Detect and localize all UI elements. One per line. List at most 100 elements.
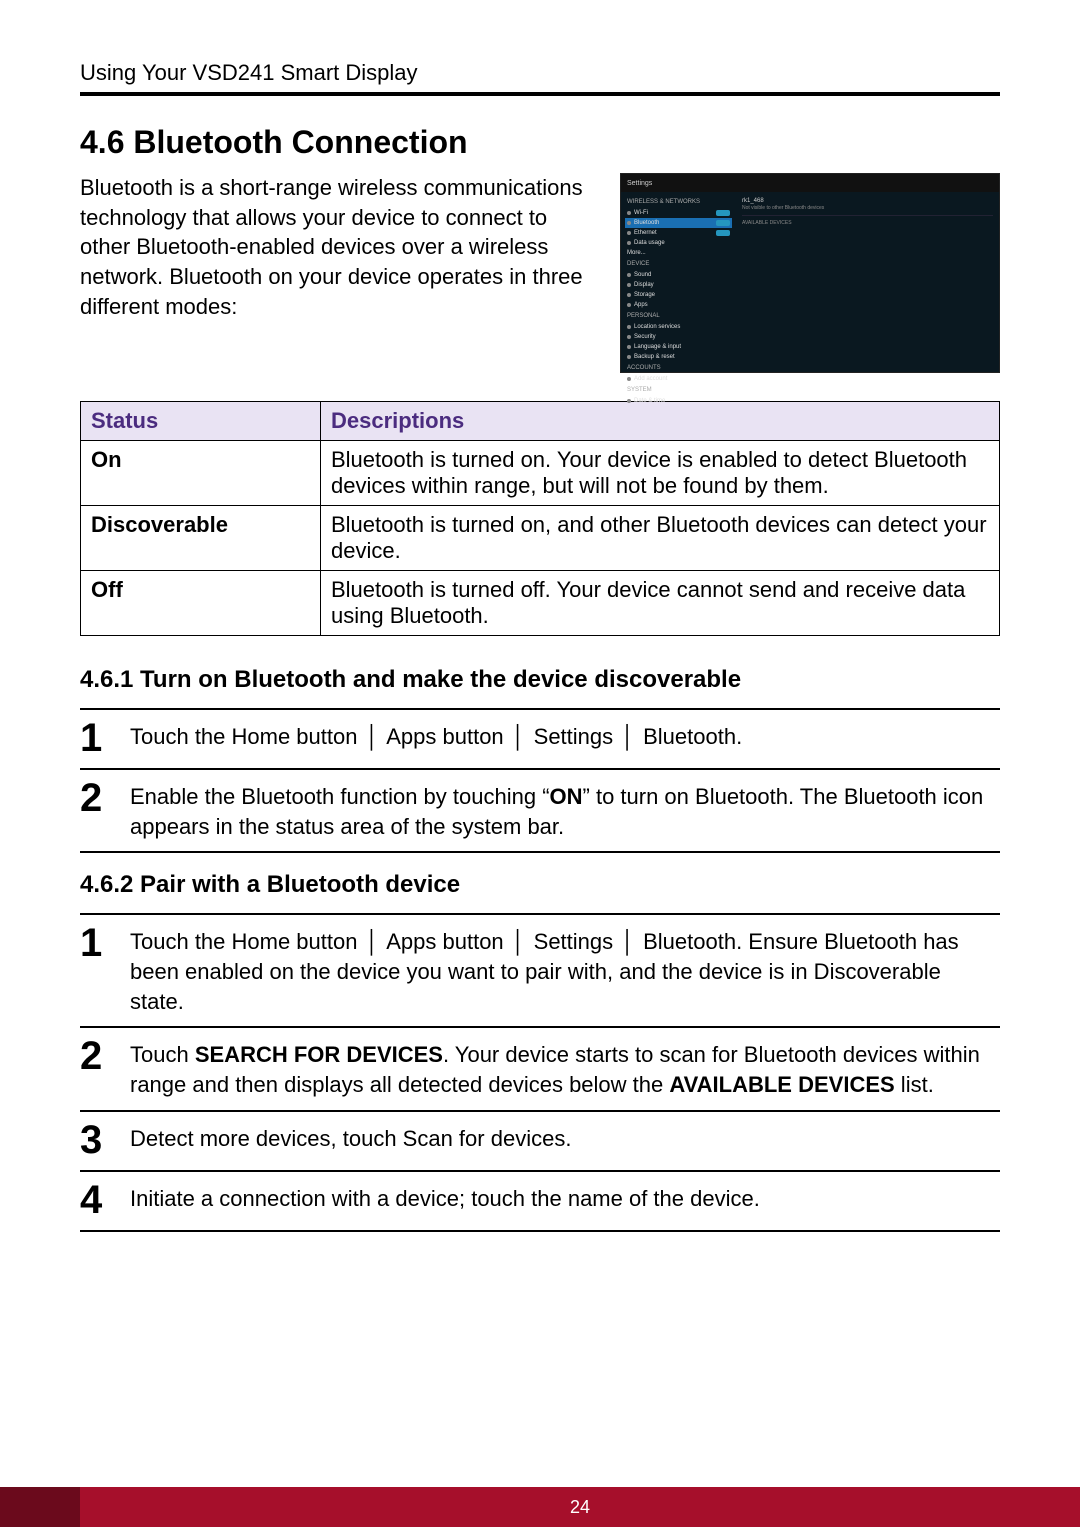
intro-text: Bluetooth is a short-range wireless comm… (80, 173, 600, 373)
text-part: Bluetooth. (637, 724, 742, 749)
sb-item-language[interactable]: Language & input (625, 342, 732, 352)
text-part: list. (895, 1072, 934, 1097)
sb-item-wifi[interactable]: Wi-Fi (625, 208, 732, 218)
steps-461: 1 Touch the Home button │ Apps button │ … (80, 708, 1000, 853)
step-row: 1 Touch the Home button │ Apps button │ … (80, 710, 1000, 770)
toggle-icon[interactable] (716, 210, 730, 216)
table-header-row: Status Descriptions (81, 402, 1000, 441)
sb-label: Date & time (634, 398, 665, 404)
step-row: 4 Initiate a connection with a device; t… (80, 1172, 1000, 1232)
step-number: 1 (80, 716, 130, 758)
table-row: Off Bluetooth is turned off. Your device… (81, 571, 1000, 636)
step-row: 1 Touch the Home button │ Apps button │ … (80, 915, 1000, 1028)
sb-item-bluetooth[interactable]: Bluetooth (625, 218, 732, 228)
sb-label: Sound (634, 272, 651, 278)
text-part: Touch the Home button (130, 929, 364, 954)
step-text: Detect more devices, touch Scan for devi… (130, 1118, 571, 1154)
content-separator (742, 215, 993, 216)
subsection-title-462: 4.6.2 Pair with a Bluetooth device (80, 871, 1000, 899)
separator: │ (364, 929, 382, 954)
device-name[interactable]: rk1_468 (742, 198, 993, 204)
th-status: Status (81, 402, 321, 441)
header-rule (80, 92, 1000, 96)
bluetooth-icon (627, 221, 631, 225)
separator: │ (510, 724, 528, 749)
step-number: 2 (80, 776, 130, 818)
section-title: 4.6 Bluetooth Connection (80, 124, 1000, 161)
sb-label: Wi-Fi (634, 210, 648, 216)
sb-header-accounts: ACCOUNTS (627, 365, 730, 371)
page-footer: 24 (0, 1487, 1080, 1527)
cell-status: On (81, 441, 321, 506)
sb-item-addaccount[interactable]: Add account (625, 374, 732, 384)
sb-header-personal: PERSONAL (627, 313, 730, 319)
step-text: Touch SEARCH FOR DEVICES. Your device st… (130, 1034, 1000, 1099)
sb-label: Security (634, 334, 656, 340)
sb-item-backup[interactable]: Backup & reset (625, 352, 732, 362)
sb-item-sound[interactable]: Sound (625, 270, 732, 280)
sb-item-datetime[interactable]: Date & time (625, 396, 732, 406)
shield-icon (627, 335, 631, 339)
sb-item-apps[interactable]: Apps (625, 300, 732, 310)
sb-item-security[interactable]: Security (625, 332, 732, 342)
cell-status: Discoverable (81, 506, 321, 571)
sb-item-more[interactable]: More... (625, 248, 732, 258)
sb-label: Storage (634, 292, 655, 298)
running-header: Using Your VSD241 Smart Display (80, 60, 1000, 86)
text-part: Settings (528, 724, 620, 749)
sb-item-location[interactable]: Location services (625, 322, 732, 332)
data-icon (627, 241, 631, 245)
backup-icon (627, 355, 631, 359)
text-part: Touch the Home button (130, 724, 364, 749)
sb-item-storage[interactable]: Storage (625, 290, 732, 300)
settings-screenshot: Settings WIRELESS & NETWORKS Wi-Fi Bluet… (620, 173, 1000, 373)
language-icon (627, 345, 631, 349)
sb-label: Language & input (634, 344, 681, 350)
step-text: Touch the Home button │ Apps button │ Se… (130, 716, 742, 752)
step-row: 2 Enable the Bluetooth function by touch… (80, 770, 1000, 853)
text-part: Settings (528, 929, 620, 954)
sb-label: More... (627, 250, 646, 256)
bold-search: SEARCH FOR DEVICES (195, 1042, 443, 1067)
toggle-icon[interactable] (716, 220, 730, 226)
cell-desc: Bluetooth is turned on. Your device is e… (321, 441, 1000, 506)
step-text: Touch the Home button │ Apps button │ Se… (130, 921, 1000, 1016)
separator: │ (619, 724, 637, 749)
bold-available: AVAILABLE DEVICES (669, 1072, 894, 1097)
toggle-icon[interactable] (716, 230, 730, 236)
clock-icon (627, 399, 631, 403)
location-icon (627, 325, 631, 329)
step-number: 2 (80, 1034, 130, 1076)
cell-desc: Bluetooth is turned on, and other Blueto… (321, 506, 1000, 571)
text-part: Touch (130, 1042, 195, 1067)
sb-label: Backup & reset (634, 354, 675, 360)
available-devices-label: AVAILABLE DEVICES (742, 220, 993, 226)
step-text: Enable the Bluetooth function by touchin… (130, 776, 1000, 841)
separator: │ (364, 724, 382, 749)
sb-item-ethernet[interactable]: Ethernet (625, 228, 732, 238)
display-icon (627, 283, 631, 287)
cell-status: Off (81, 571, 321, 636)
sb-label: Data usage (634, 240, 665, 246)
table-row: Discoverable Bluetooth is turned on, and… (81, 506, 1000, 571)
sound-icon (627, 273, 631, 277)
step-row: 3 Detect more devices, touch Scan for de… (80, 1112, 1000, 1172)
sb-item-datausage[interactable]: Data usage (625, 238, 732, 248)
sb-item-display[interactable]: Display (625, 280, 732, 290)
sb-label: Ethernet (634, 230, 657, 236)
th-desc: Descriptions (321, 402, 1000, 441)
subsection-title-461: 4.6.1 Turn on Bluetooth and make the dev… (80, 666, 1000, 694)
screenshot-topbar: Settings (621, 174, 999, 192)
device-sub: Not visible to other Bluetooth devices (742, 205, 993, 211)
screenshot-content: rk1_468 Not visible to other Bluetooth d… (736, 192, 999, 374)
document-page: Using Your VSD241 Smart Display 4.6 Blue… (0, 0, 1080, 1527)
sb-header-wireless: WIRELESS & NETWORKS (627, 199, 730, 205)
screenshot-body: WIRELESS & NETWORKS Wi-Fi Bluetooth Ethe… (621, 192, 999, 374)
sb-header-system: SYSTEM (627, 387, 730, 393)
status-table: Status Descriptions On Bluetooth is turn… (80, 401, 1000, 636)
wifi-icon (627, 211, 631, 215)
text-part: Apps button (381, 929, 509, 954)
ethernet-icon (627, 231, 631, 235)
intro-row: Bluetooth is a short-range wireless comm… (80, 173, 1000, 373)
step-row: 2 Touch SEARCH FOR DEVICES. Your device … (80, 1028, 1000, 1111)
